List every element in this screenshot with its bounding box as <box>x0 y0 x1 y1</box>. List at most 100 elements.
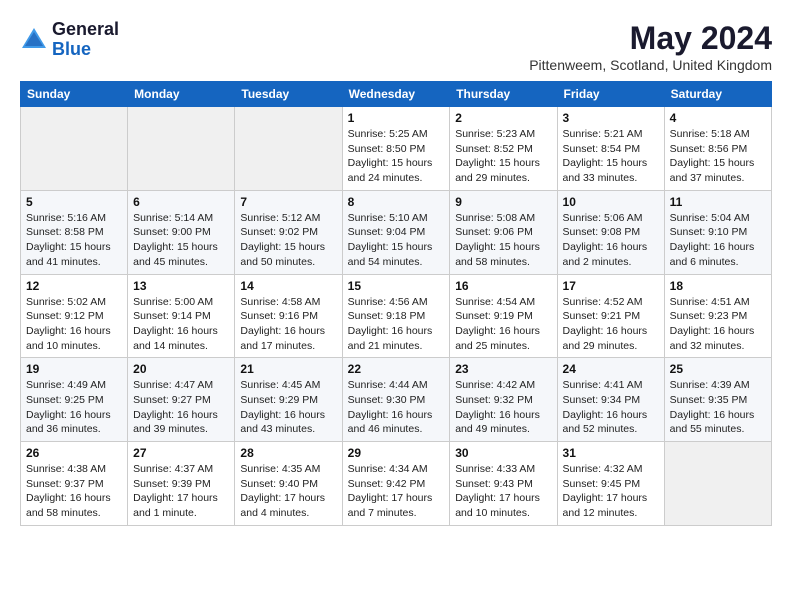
calendar-cell <box>21 107 128 191</box>
calendar-cell: 30Sunrise: 4:33 AMSunset: 9:43 PMDayligh… <box>450 442 557 526</box>
day-number: 20 <box>133 362 229 376</box>
day-info: Sunrise: 4:58 AMSunset: 9:16 PMDaylight:… <box>240 295 336 354</box>
calendar-cell: 10 Sunrise: 5:06 AMSunset: 9:08 PMDayligh… <box>557 190 664 274</box>
calendar-cell: 29 Sunrise: 4:34 AMSunset: 9:42 PMDayligh… <box>342 442 450 526</box>
calendar-cell: 3 Sunrise: 5:21 AMSunset: 8:54 PMDaylight… <box>557 107 664 191</box>
calendar-cell: 24 Sunrise: 4:41 AMSunset: 9:34 PMDayligh… <box>557 358 664 442</box>
day-number: 9 <box>455 195 551 209</box>
calendar-week-1: 1 Sunrise: 5:25 AMSunset: 8:50 PMDaylight… <box>21 107 772 191</box>
column-header-sunday: Sunday <box>21 82 128 107</box>
day-info: Sunrise: 5:12 AMSunset: 9:02 PMDaylight:… <box>240 211 336 270</box>
calendar-cell: 18Sunrise: 4:51 AMSunset: 9:23 PMDayligh… <box>664 274 771 358</box>
calendar-cell: 21 Sunrise: 4:45 AMSunset: 9:29 PMDayligh… <box>235 358 342 442</box>
day-info: Sunrise: 4:52 AMSunset: 9:21 PMDaylight:… <box>563 295 659 354</box>
logo-icon <box>20 26 48 54</box>
day-info: Sunrise: 4:45 AMSunset: 9:29 PMDaylight:… <box>240 378 336 437</box>
calendar-cell: 16 Sunrise: 4:54 AMSunset: 9:19 PMDayligh… <box>450 274 557 358</box>
day-number: 24 <box>563 362 659 376</box>
day-info: Sunrise: 4:34 AMSunset: 9:42 PMDaylight:… <box>348 462 445 521</box>
day-number: 29 <box>348 446 445 460</box>
day-number: 8 <box>348 195 445 209</box>
calendar-cell: 14 Sunrise: 4:58 AMSunset: 9:16 PMDayligh… <box>235 274 342 358</box>
calendar-table: SundayMondayTuesdayWednesdayThursdayFrid… <box>20 81 772 526</box>
day-info: Sunrise: 5:23 AMSunset: 8:52 PMDaylight:… <box>455 127 551 186</box>
day-info: Sunrise: 4:37 AMSunset: 9:39 PMDaylight:… <box>133 462 229 521</box>
column-header-monday: Monday <box>128 82 235 107</box>
day-number: 7 <box>240 195 336 209</box>
day-number: 19 <box>26 362 122 376</box>
calendar-cell: 4Sunrise: 5:18 AMSunset: 8:56 PMDaylight… <box>664 107 771 191</box>
logo: General Blue <box>20 20 119 60</box>
calendar-cell: 13 Sunrise: 5:00 AMSunset: 9:14 PMDayligh… <box>128 274 235 358</box>
day-number: 25 <box>670 362 766 376</box>
day-number: 1 <box>348 111 445 125</box>
day-info: Sunrise: 4:44 AMSunset: 9:30 PMDaylight:… <box>348 378 445 437</box>
calendar-cell: 26 Sunrise: 4:38 AMSunset: 9:37 PMDayligh… <box>21 442 128 526</box>
day-info: Sunrise: 5:08 AMSunset: 9:06 PMDaylight:… <box>455 211 551 270</box>
calendar-cell <box>664 442 771 526</box>
calendar-cell: 20Sunrise: 4:47 AMSunset: 9:27 PMDayligh… <box>128 358 235 442</box>
day-info: Sunrise: 4:54 AMSunset: 9:19 PMDaylight:… <box>455 295 551 354</box>
day-info: Sunrise: 4:32 AMSunset: 9:45 PMDaylight:… <box>563 462 659 521</box>
day-info: Sunrise: 5:00 AMSunset: 9:14 PMDaylight:… <box>133 295 229 354</box>
day-number: 27 <box>133 446 229 460</box>
day-info: Sunrise: 4:38 AMSunset: 9:37 PMDaylight:… <box>26 462 122 521</box>
day-number: 2 <box>455 111 551 125</box>
day-info: Sunrise: 5:14 AMSunset: 9:00 PMDaylight:… <box>133 211 229 270</box>
day-number: 16 <box>455 279 551 293</box>
calendar-cell: 31 Sunrise: 4:32 AMSunset: 9:45 PMDayligh… <box>557 442 664 526</box>
title-block: May 2024 Pittenweem, Scotland, United Ki… <box>529 20 772 73</box>
day-info: Sunrise: 4:39 AMSunset: 9:35 PMDaylight:… <box>670 378 766 437</box>
day-info: Sunrise: 4:35 AMSunset: 9:40 PMDaylight:… <box>240 462 336 521</box>
calendar-cell <box>128 107 235 191</box>
calendar-week-2: 5 Sunrise: 5:16 AMSunset: 8:58 PMDaylight… <box>21 190 772 274</box>
calendar-cell: 7 Sunrise: 5:12 AMSunset: 9:02 PMDaylight… <box>235 190 342 274</box>
day-number: 23 <box>455 362 551 376</box>
day-number: 26 <box>26 446 122 460</box>
day-info: Sunrise: 5:06 AMSunset: 9:08 PMDaylight:… <box>563 211 659 270</box>
day-number: 15 <box>348 279 445 293</box>
page-header: General Blue May 2024 Pittenweem, Scotla… <box>20 20 772 73</box>
day-number: 31 <box>563 446 659 460</box>
day-info: Sunrise: 4:33 AMSunset: 9:43 PMDaylight:… <box>455 462 551 521</box>
day-number: 28 <box>240 446 336 460</box>
calendar-cell: 1 Sunrise: 5:25 AMSunset: 8:50 PMDaylight… <box>342 107 450 191</box>
calendar-cell: 11Sunrise: 5:04 AMSunset: 9:10 PMDayligh… <box>664 190 771 274</box>
day-number: 4 <box>670 111 766 125</box>
day-number: 22 <box>348 362 445 376</box>
day-number: 12 <box>26 279 122 293</box>
day-info: Sunrise: 5:25 AMSunset: 8:50 PMDaylight:… <box>348 127 445 186</box>
calendar-cell: 27 Sunrise: 4:37 AMSunset: 9:39 PMDayligh… <box>128 442 235 526</box>
calendar-week-4: 19 Sunrise: 4:49 AMSunset: 9:25 PMDayligh… <box>21 358 772 442</box>
calendar-cell: 12 Sunrise: 5:02 AMSunset: 9:12 PMDayligh… <box>21 274 128 358</box>
calendar-cell: 22 Sunrise: 4:44 AMSunset: 9:30 PMDayligh… <box>342 358 450 442</box>
column-header-wednesday: Wednesday <box>342 82 450 107</box>
calendar-cell: 5 Sunrise: 5:16 AMSunset: 8:58 PMDaylight… <box>21 190 128 274</box>
day-number: 17 <box>563 279 659 293</box>
day-info: Sunrise: 5:16 AMSunset: 8:58 PMDaylight:… <box>26 211 122 270</box>
day-number: 13 <box>133 279 229 293</box>
day-info: Sunrise: 4:41 AMSunset: 9:34 PMDaylight:… <box>563 378 659 437</box>
calendar-cell: 2 Sunrise: 5:23 AMSunset: 8:52 PMDaylight… <box>450 107 557 191</box>
calendar-week-3: 12 Sunrise: 5:02 AMSunset: 9:12 PMDayligh… <box>21 274 772 358</box>
calendar-cell <box>235 107 342 191</box>
day-info: Sunrise: 5:21 AMSunset: 8:54 PMDaylight:… <box>563 127 659 186</box>
day-info: Sunrise: 5:02 AMSunset: 9:12 PMDaylight:… <box>26 295 122 354</box>
day-number: 21 <box>240 362 336 376</box>
calendar-cell: 9 Sunrise: 5:08 AMSunset: 9:06 PMDaylight… <box>450 190 557 274</box>
calendar-header-row: SundayMondayTuesdayWednesdayThursdayFrid… <box>21 82 772 107</box>
day-number: 5 <box>26 195 122 209</box>
day-info: Sunrise: 5:04 AMSunset: 9:10 PMDaylight:… <box>670 211 766 270</box>
day-info: Sunrise: 4:49 AMSunset: 9:25 PMDaylight:… <box>26 378 122 437</box>
day-number: 14 <box>240 279 336 293</box>
day-info: Sunrise: 5:10 AMSunset: 9:04 PMDaylight:… <box>348 211 445 270</box>
day-info: Sunrise: 4:51 AMSunset: 9:23 PMDaylight:… <box>670 295 766 354</box>
day-number: 10 <box>563 195 659 209</box>
day-number: 3 <box>563 111 659 125</box>
calendar-cell: 17 Sunrise: 4:52 AMSunset: 9:21 PMDayligh… <box>557 274 664 358</box>
calendar-cell: 25 Sunrise: 4:39 AMSunset: 9:35 PMDayligh… <box>664 358 771 442</box>
location: Pittenweem, Scotland, United Kingdom <box>529 57 772 73</box>
logo-general: General <box>52 19 119 39</box>
column-header-tuesday: Tuesday <box>235 82 342 107</box>
calendar-cell: 19 Sunrise: 4:49 AMSunset: 9:25 PMDayligh… <box>21 358 128 442</box>
